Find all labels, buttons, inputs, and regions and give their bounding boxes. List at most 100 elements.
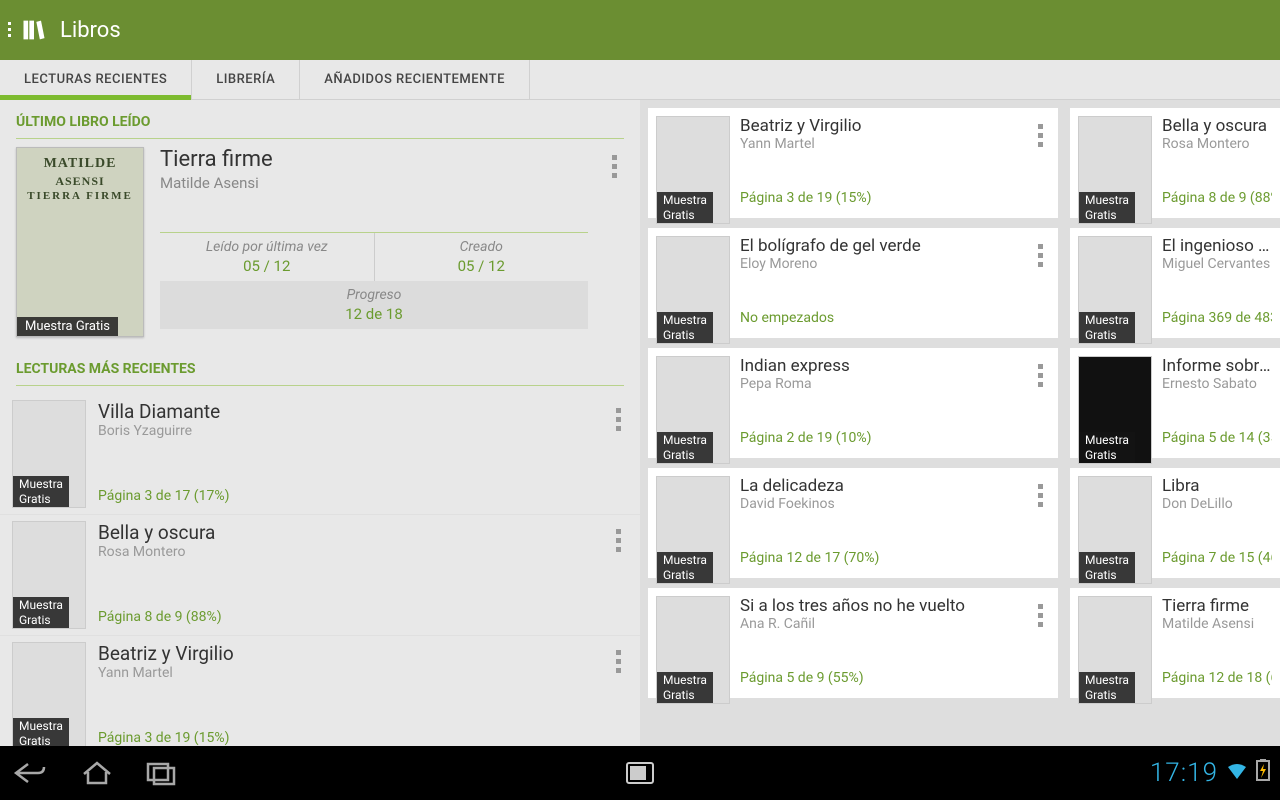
sample-badge: MuestraGratis [657,312,713,343]
book-progress: Página 5 de 9 (55%) [740,670,1020,686]
book-card[interactable]: MuestraGratisLa delicadezaDavid Foekinos… [648,468,1058,578]
book-author: Yann Martel [740,136,1020,152]
cover-text: MATILDE [17,156,143,172]
cover-text: ASENSI [17,174,143,189]
book-author: Miguel Cervantes [1162,256,1272,272]
tab-recently-added[interactable]: AÑADIDOS RECIENTEMENTE [300,60,530,99]
more-icon[interactable] [608,400,628,508]
book-author: Yann Martel [98,665,596,681]
book-progress: Página 8 de 9 (88%) [1162,190,1272,206]
tab-label: AÑADIDOS RECIENTEMENTE [324,72,505,87]
book-progress: Página 369 de 483 [1162,310,1272,326]
book-author: Pepa Roma [740,376,1020,392]
book-progress: Página 5 de 14 (35%) [1162,430,1272,446]
more-icon[interactable] [1030,116,1050,210]
book-cover: MuestraGratis [656,356,730,464]
book-stats: Leído por última vez 05 / 12 Creado 05 /… [160,232,588,329]
more-icon[interactable] [1030,236,1050,330]
more-icon[interactable] [608,521,628,629]
right-column: MuestraGratis Beatriz y VirgilioYann Mart… [640,100,1280,746]
book-progress: Página 2 de 19 (10%) [740,430,1020,446]
book-row[interactable]: MuestraGratisBeatriz y VirgilioYann Mart… [0,636,640,746]
book-card[interactable]: MuestraGratisEl ingenioso hidalgo Don Qu… [1070,228,1280,338]
screenshot-icon[interactable] [625,761,655,785]
book-author: Matilde Asensi [1162,616,1272,632]
book-title: El bolígrafo de gel verde [740,236,1020,256]
book-card[interactable]: MuestraGratisLibraDon DeLilloPágina 7 de… [1070,468,1280,578]
book-cover: MATILDE ASENSI TIERRA FIRME Muestra Grat… [16,147,144,337]
book-card[interactable]: MuestraGratisSi a los tres años no he vu… [648,588,1058,698]
book-cover: MuestraGratis [12,521,86,629]
stat-value: 12 de 18 [160,305,588,323]
tab-recent-reads[interactable]: LECTURAS RECIENTES [0,60,192,99]
sample-badge: MuestraGratis [13,476,69,507]
last-book-card[interactable]: MATILDE ASENSI TIERRA FIRME Muestra Grat… [0,147,640,347]
book-card[interactable]: MuestraGratisEl bolígrafo de gel verdeEl… [648,228,1058,338]
sample-badge: MuestraGratis [657,432,713,463]
book-author: Boris Yzaguirre [98,423,596,439]
book-card[interactable]: MuestraGratisBeatriz y VirgilioYann Mart… [648,108,1058,218]
book-progress: Página 12 de 18 (66%) [1162,670,1272,686]
sample-badge: Muestra Gratis [17,317,118,336]
sample-badge: MuestraGratis [13,597,69,628]
recent-apps-icon[interactable] [144,760,178,786]
more-icon[interactable] [604,147,624,337]
tab-label: LIBRERÍA [216,72,275,87]
stat-value: 05 / 12 [375,257,589,275]
book-author: Don DeLillo [1162,496,1272,512]
book-cover: MuestraGratis [656,116,730,224]
back-icon[interactable] [10,760,50,786]
book-title: Informe sobre ciegos [1162,356,1272,376]
app-header: Libros [0,0,1280,60]
book-author: Ana R. Cañil [740,616,1020,632]
sample-badge: MuestraGratis [1079,552,1135,583]
book-cover: MuestraGratis [1078,116,1152,224]
book-title: Tierra firme [160,147,588,172]
section-most-recent-title: LECTURAS MÁS RECIENTES [0,347,640,385]
book-progress: Página 3 de 17 (17%) [98,488,596,504]
book-cover: MuestraGratis [1078,236,1152,344]
sample-badge: MuestraGratis [1079,312,1135,343]
book-title: Libra [1162,476,1272,496]
sample-badge: MuestraGratis [13,718,69,746]
book-row[interactable]: MuestraGratisBella y oscuraRosa MonteroP… [0,515,640,636]
book-author: Rosa Montero [1162,136,1272,152]
more-icon[interactable] [1030,476,1050,570]
book-progress: Página 8 de 9 (88%) [98,609,596,625]
left-column: ÚLTIMO LIBRO LEÍDO MATILDE ASENSI TIERRA… [0,100,640,746]
tabs: LECTURAS RECIENTES LIBRERÍA AÑADIDOS REC… [0,60,1280,100]
book-cover: MuestraGratis [656,476,730,584]
stat-value: 05 / 12 [160,257,374,275]
book-progress: Página 3 de 19 (15%) [98,730,596,746]
sample-badge: MuestraGratis [657,672,713,703]
more-icon[interactable] [608,642,628,746]
sample-badge: MuestraGratis [1079,432,1135,463]
tab-label: LECTURAS RECIENTES [24,72,167,87]
clock: 17:19 [1150,758,1218,788]
book-author: David Foekinos [740,496,1020,512]
tab-library[interactable]: LIBRERÍA [192,60,300,99]
book-title: El ingenioso hidalgo Don Quijote de la M… [1162,236,1272,256]
book-title: La delicadeza [740,476,1020,496]
book-author: Ernesto Sabato [1162,376,1272,392]
book-title: Tierra firme [1162,596,1272,616]
home-icon[interactable] [80,760,114,786]
book-card[interactable]: MuestraGratisIndian expressPepa RomaPági… [648,348,1058,458]
section-last-read-title: ÚLTIMO LIBRO LEÍDO [0,100,640,138]
more-icon[interactable] [1030,596,1050,690]
stat-label: Creado [375,239,589,255]
wifi-icon [1226,758,1248,788]
book-row[interactable]: MuestraGratisVilla DiamanteBoris Yzaguir… [0,394,640,515]
book-progress: Página 7 de 15 (46%) [1162,550,1272,566]
book-card[interactable]: MuestraGratisBella y oscuraRosa MonteroP… [1070,108,1280,218]
sample-badge: MuestraGratis [1079,192,1135,223]
menu-icon[interactable] [8,18,20,42]
book-title: Beatriz y Virgilio [740,116,1020,136]
book-cover: MuestraGratis [1078,356,1152,464]
book-author: Rosa Montero [98,544,596,560]
divider [16,138,624,139]
more-icon[interactable] [1030,356,1050,450]
stat-label: Leído por última vez [160,239,374,255]
book-card[interactable]: MuestraGratisInforme sobre ciegosErnesto… [1070,348,1280,458]
book-card[interactable]: MuestraGratisTierra firmeMatilde AsensiP… [1070,588,1280,698]
